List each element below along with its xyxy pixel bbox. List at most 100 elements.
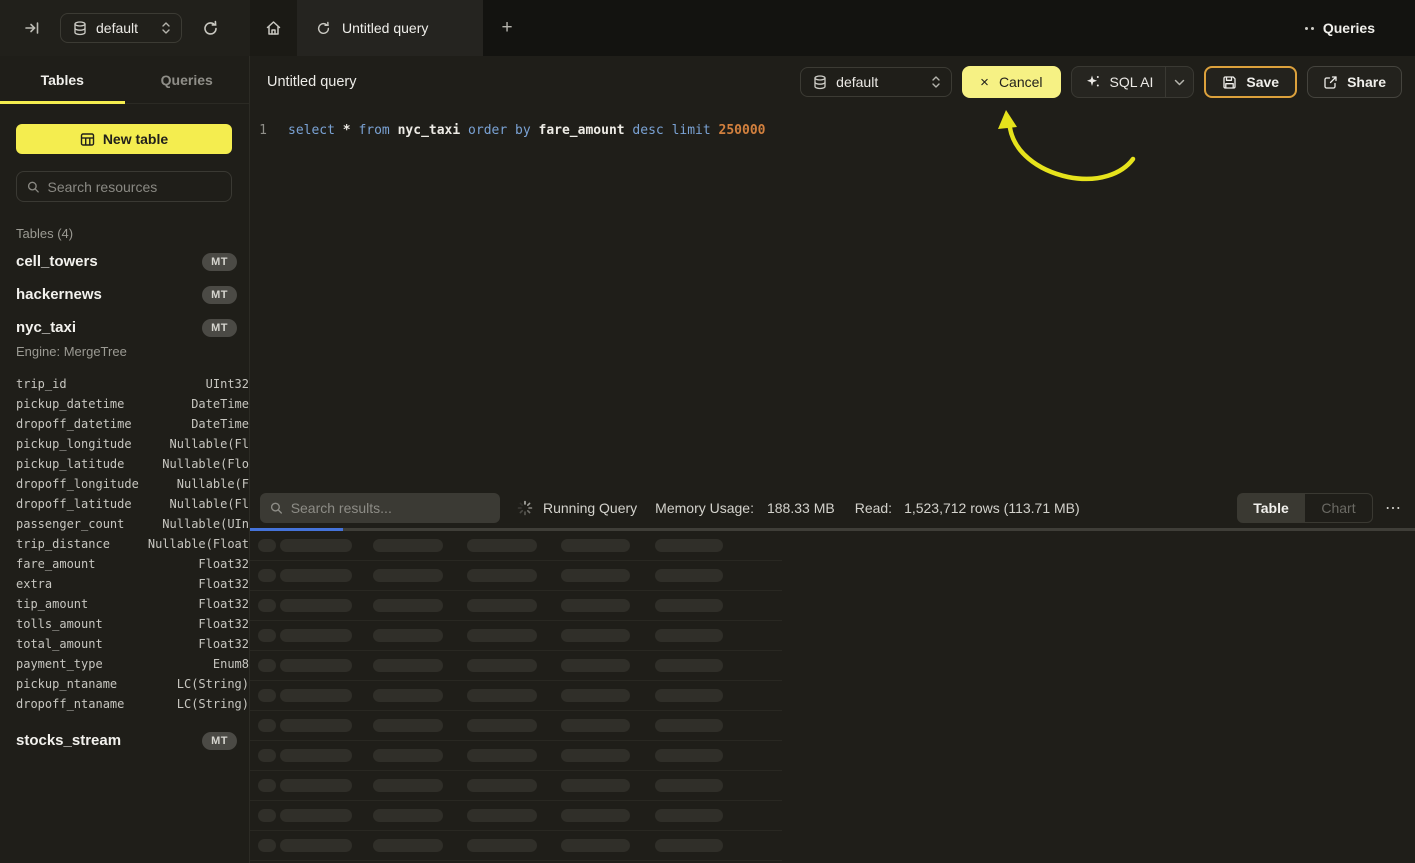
column-row: pickup_datetimeDateTime [0,394,249,414]
engine-label: Engine: MergeTree [0,344,249,364]
column-type: Nullable(Fl [170,497,249,511]
sidebar-tab-queries[interactable]: Queries [125,56,250,103]
skeleton-row [250,771,782,801]
skeleton-row [250,591,782,621]
column-type: Float32 [198,637,249,651]
column-name: dropoff_datetime [16,417,132,431]
column-row: payment_typeEnum8 [0,654,249,674]
tab-untitled-query[interactable]: Untitled query [297,0,483,56]
column-type: DateTime [191,417,249,431]
new-table-button[interactable]: New table [16,124,232,154]
skeleton-pill [373,689,443,702]
skeleton-pill [373,719,443,732]
skeleton-pill [280,569,352,582]
cancel-button[interactable]: × Cancel [962,66,1060,98]
table-item-stocks-stream[interactable]: stocks_stream MT [0,724,249,757]
line-number: 1 [250,121,276,141]
engine-badge: MT [202,732,237,750]
column-row: dropoff_ntanameLC(String) [0,694,249,714]
skeleton-pill [280,719,352,732]
column-type: LC(String) [177,677,249,691]
sql-ai-dropdown[interactable] [1166,67,1193,97]
skeleton-pill [655,539,723,552]
loading-spinner-icon [517,500,533,516]
column-type: DateTime [191,397,249,411]
main-panel: Untitled query default × Cancel [250,56,1415,863]
sql-token: select [288,123,335,138]
table-item-cell-towers[interactable]: cell_towers MT [0,245,249,278]
sql-token: nyc_taxi [398,123,461,138]
column-row: fare_amountFloat32 [0,554,249,574]
skeleton-pill [561,659,630,672]
sidebar-tab-tables[interactable]: Tables [0,56,125,103]
column-row: trip_distanceNullable(Float [0,534,249,554]
sql-token [390,123,398,138]
save-icon [1222,75,1237,90]
skeleton-pill [258,749,276,762]
column-name: trip_distance [16,537,110,551]
column-name: payment_type [16,657,103,671]
column-name: dropoff_longitude [16,477,139,491]
query-database-selector[interactable]: default [800,67,952,97]
queries-button[interactable]: Queries [1305,20,1375,36]
results-search-input[interactable] [291,500,490,516]
database-selector[interactable]: default [60,13,182,43]
column-type: LC(String) [177,697,249,711]
sql-editor[interactable]: 1 select * from nyc_taxi order by fare_a… [250,108,1415,488]
skeleton-pill [655,629,723,642]
skeleton-pill [561,809,630,822]
column-row: tip_amountFloat32 [0,594,249,614]
table-item-nyc-taxi[interactable]: nyc_taxi MT [0,311,249,344]
skeleton-pill [258,599,276,612]
sql-token [460,123,468,138]
skeleton-pill [561,779,630,792]
tab-home[interactable] [250,0,297,56]
column-name: passenger_count [16,517,124,531]
save-button[interactable]: Save [1204,66,1297,98]
skeleton-pill [561,569,630,582]
column-name: pickup_latitude [16,457,124,471]
results-search [260,493,500,523]
column-name: dropoff_latitude [16,497,132,511]
skeleton-pill [373,839,443,852]
skeleton-pill [467,659,537,672]
column-row: pickup_longitudeNullable(Fl [0,434,249,454]
new-tab-button[interactable]: + [483,0,531,56]
resource-search-input[interactable] [48,179,221,195]
refresh-icon[interactable] [198,16,223,41]
chevron-down-icon [1174,79,1185,86]
skeleton-pill [258,539,276,552]
skeleton-pill [561,749,630,762]
sql-token: desc [632,123,663,138]
skeleton-pill [467,539,537,552]
new-table-label: New table [103,131,168,147]
skeleton-pill [280,629,352,642]
column-row: tolls_amountFloat32 [0,614,249,634]
skeleton-pill [280,749,352,762]
skeleton-pill [467,629,537,642]
column-name: extra [16,577,52,591]
sql-token: 250000 [719,123,766,138]
skeleton-row [250,831,782,861]
collapse-sidebar-icon[interactable] [20,16,44,40]
skeleton-pill [561,629,630,642]
view-toggle-chart[interactable]: Chart [1305,493,1373,523]
column-name: pickup_ntaname [16,677,117,691]
skeleton-pill [373,539,443,552]
skeleton-pill [280,839,352,852]
skeleton-pill [561,719,630,732]
table-item-hackernews[interactable]: hackernews MT [0,278,249,311]
column-type: Nullable(UIn [162,517,249,531]
resource-search [16,171,232,202]
engine-badge: MT [202,286,237,304]
overflow-menu-icon[interactable]: ⋯ [1385,498,1402,518]
queries-label: Queries [1323,20,1375,36]
skeleton-pill [258,569,276,582]
share-button[interactable]: Share [1307,66,1402,98]
skeleton-pill [280,539,352,552]
sql-ai-button[interactable]: SQL AI [1071,66,1195,98]
view-toggle-table[interactable]: Table [1237,493,1305,523]
topbar-left: default [0,0,250,56]
column-row: dropoff_longitudeNullable(F [0,474,249,494]
skeleton-pill [467,569,537,582]
